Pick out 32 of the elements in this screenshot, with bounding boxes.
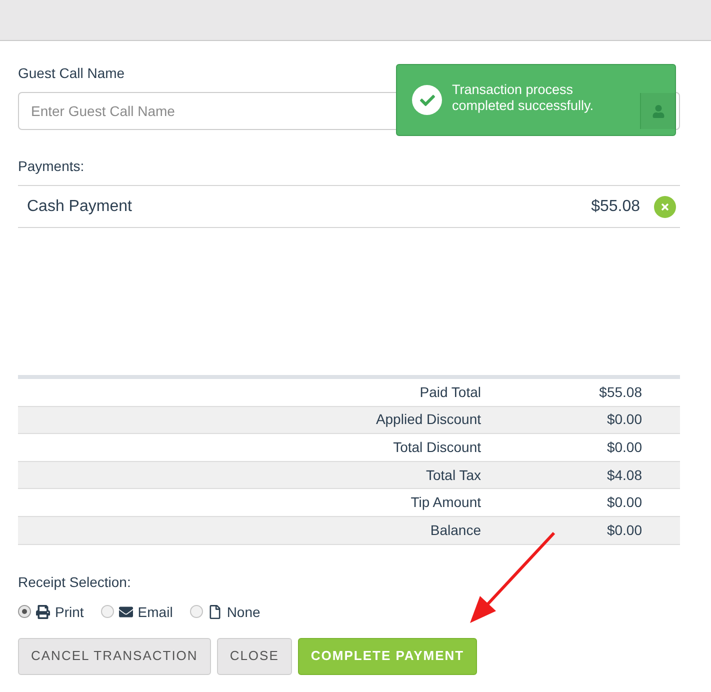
total-value: $0.00 <box>606 410 642 430</box>
user-button[interactable] <box>640 93 676 129</box>
total-value: $0.00 <box>606 438 642 457</box>
radio-button[interactable] <box>190 605 203 618</box>
section-label: Payments: <box>18 158 84 174</box>
total-value: $55.08 <box>599 382 642 402</box>
radio-label[interactable]: None <box>226 604 260 620</box>
remove-icon[interactable] <box>654 196 676 218</box>
person-icon <box>652 104 665 118</box>
total-label: Total Tax <box>426 466 481 485</box>
radio-label[interactable]: Email <box>138 604 173 620</box>
envelope-icon <box>118 604 133 619</box>
section-label: Receipt Selection: <box>18 574 131 590</box>
document-icon <box>208 604 222 619</box>
payment-amount: $55.08 <box>591 196 640 216</box>
total-label: Balance <box>430 520 481 540</box>
radio-button[interactable] <box>100 605 114 618</box>
radio-button[interactable] <box>18 605 31 618</box>
action-button[interactable]: CANCEL TRANSACTION <box>18 638 211 675</box>
total-value: $4.08 <box>606 466 642 485</box>
field-label: Guest Call Name <box>18 65 125 81</box>
action-button[interactable]: CLOSE <box>216 638 292 675</box>
total-label: Total Discount <box>393 438 481 457</box>
total-label: Applied Discount <box>376 410 481 430</box>
payment-name: Cash Payment <box>27 196 132 216</box>
check-icon <box>412 85 442 115</box>
total-value: $0.00 <box>606 493 642 512</box>
total-label: Tip Amount <box>410 493 481 512</box>
printer-icon <box>36 604 50 619</box>
total-label: Paid Total <box>420 382 481 402</box>
total-value: $0.00 <box>606 520 642 540</box>
radio-label[interactable]: Print <box>55 604 84 620</box>
